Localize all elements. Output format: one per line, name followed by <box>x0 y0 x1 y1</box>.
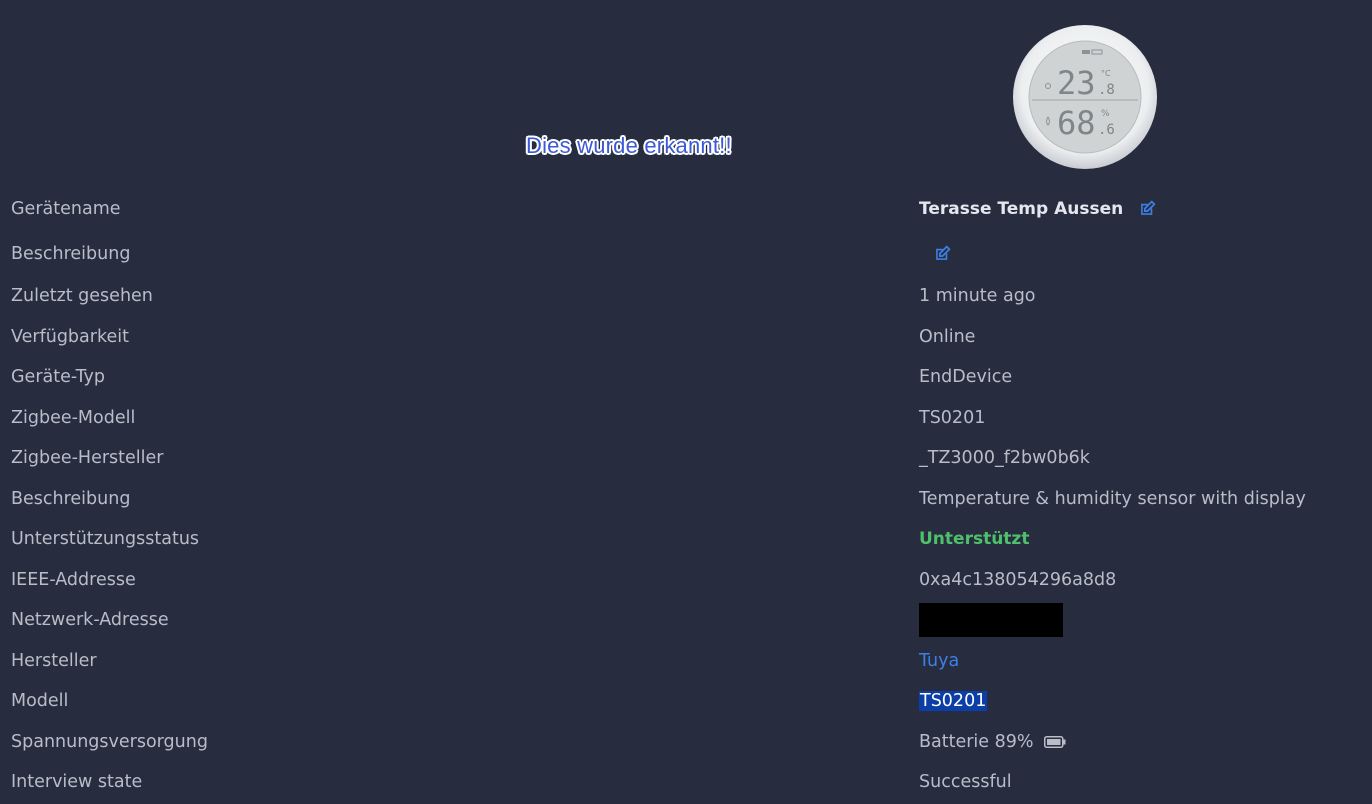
humidity-decimal: .6 <box>1098 122 1115 138</box>
table-row: Beschreibung Temperature & humidity sens… <box>0 479 1372 520</box>
humidity-value: 68 <box>1057 104 1096 142</box>
table-row: Modell TS0201 <box>0 681 1372 722</box>
device-info-table: Gerätename Terasse Temp Aussen Beschreib… <box>0 186 1372 803</box>
table-row: Hersteller Tuya <box>0 641 1372 682</box>
table-row: Netzwerk-Adresse <box>0 600 1372 641</box>
model-description-value: Temperature & humidity sensor with displ… <box>919 488 1306 509</box>
availability-value: Online <box>919 326 976 347</box>
annotation-text: Dies wurde erkannt!! <box>526 133 732 158</box>
model-value-wrap: TS0201 <box>919 691 988 712</box>
edit-icon[interactable] <box>1139 200 1156 217</box>
table-row: Beschreibung <box>0 231 1372 276</box>
power-source-value: Batterie 89% <box>919 731 1034 752</box>
table-row: Zuletzt gesehen 1 minute ago <box>0 276 1372 317</box>
network-address-label: Netzwerk-Adresse <box>11 610 169 631</box>
description-value-wrap <box>919 245 951 262</box>
device-name-value: Terasse Temp Aussen <box>919 198 1124 219</box>
temperature-decimal: .8 <box>1098 82 1115 98</box>
interview-state-value: Successful <box>919 772 1012 793</box>
table-row: Spannungsversorgung Batterie 89% <box>0 722 1372 763</box>
description-label: Beschreibung <box>11 243 131 264</box>
last-seen-label: Zuletzt gesehen <box>11 286 153 307</box>
temperature-unit: °C <box>1101 69 1111 78</box>
ieee-address-value: 0xa4c138054296a8d8 <box>919 569 1117 590</box>
battery-icon <box>1043 735 1066 748</box>
model-label: Modell <box>11 691 69 712</box>
availability-label: Verfügbarkeit <box>11 326 129 347</box>
device-image: 23 .8 °C 68 .6 % <box>1013 25 1157 169</box>
edit-icon[interactable] <box>934 245 951 262</box>
device-type-value: EndDevice <box>919 367 1013 388</box>
manufacturer-link[interactable]: Tuya <box>919 651 959 671</box>
support-status-label: Unterstützungsstatus <box>11 529 200 550</box>
device-name-value-wrap: Terasse Temp Aussen <box>919 199 1156 219</box>
device-type-label: Geräte-Typ <box>11 367 106 388</box>
table-row: Zigbee-Hersteller _TZ3000_f2bw0b6k <box>0 438 1372 479</box>
network-address-value-wrap <box>919 603 1063 638</box>
device-name-label: Gerätename <box>11 198 121 219</box>
zigbee-manufacturer-label: Zigbee-Hersteller <box>11 448 164 469</box>
power-source-label: Spannungsversorgung <box>11 731 208 752</box>
table-row: Interview state Successful <box>0 762 1372 803</box>
temperature-value: 23 <box>1057 64 1096 102</box>
zigbee-manufacturer-value: _TZ3000_f2bw0b6k <box>919 448 1090 469</box>
table-row: Geräte-Typ EndDevice <box>0 357 1372 398</box>
zigbee-model-label: Zigbee-Modell <box>11 407 136 428</box>
ieee-address-label: IEEE-Addresse <box>11 569 136 590</box>
support-status-value: Unterstützt <box>919 529 1030 550</box>
table-row: Verfügbarkeit Online <box>0 317 1372 358</box>
interview-state-label: Interview state <box>11 772 143 793</box>
last-seen-value: 1 minute ago <box>919 286 1036 307</box>
manufacturer-label: Hersteller <box>11 650 97 671</box>
table-row: Zigbee-Modell TS0201 <box>0 398 1372 439</box>
zigbee-model-value: TS0201 <box>919 407 986 428</box>
model-description-label: Beschreibung <box>11 488 131 509</box>
table-row: IEEE-Addresse 0xa4c138054296a8d8 <box>0 560 1372 601</box>
redacted-box <box>919 603 1063 638</box>
humidity-unit: % <box>1101 109 1110 119</box>
model-value[interactable]: TS0201 <box>919 691 988 712</box>
table-row: Gerätename Terasse Temp Aussen <box>0 186 1372 231</box>
power-source-value-wrap: Batterie 89% <box>919 732 1066 752</box>
table-row: Unterstützungsstatus Unterstützt <box>0 519 1372 560</box>
